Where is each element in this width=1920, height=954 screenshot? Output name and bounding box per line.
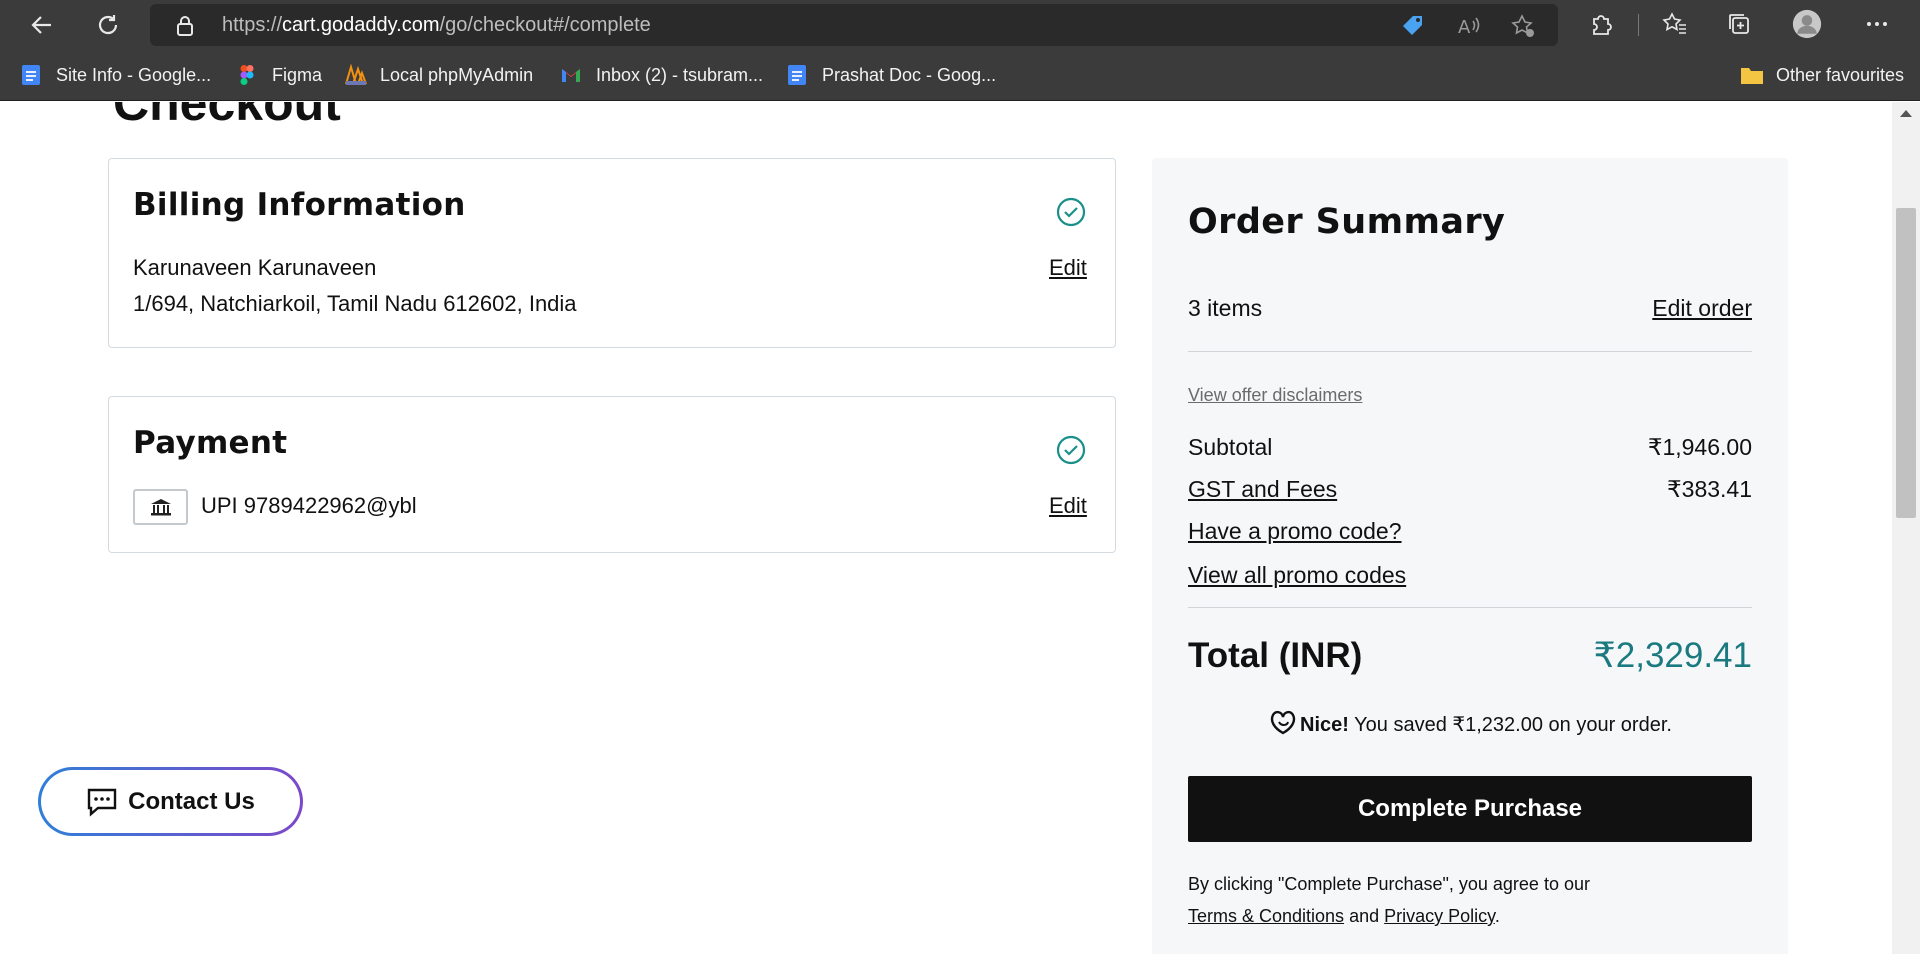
payment-card: Payment UPI 9789422962@ybl Edit: [108, 396, 1116, 553]
bookmark-label: Prashat Doc - Goog...: [822, 64, 997, 85]
items-count: 3 items: [1188, 295, 1263, 321]
subtotal-label: Subtotal: [1188, 434, 1273, 460]
offer-disclaimers-link[interactable]: View offer disclaimers: [1188, 385, 1362, 406]
total-value: ₹2,329.41: [1593, 636, 1752, 675]
savings-message: Nice! You saved ₹1,232.00 on your order.: [1152, 709, 1788, 743]
bookmark-label: Local phpMyAdmin: [380, 64, 534, 85]
bookmark-gmail[interactable]: Inbox (2) - tsubram...: [560, 61, 763, 89]
view-promo-codes-link[interactable]: View all promo codes: [1188, 562, 1406, 589]
bookmark-figma[interactable]: Figma: [236, 61, 322, 89]
page-scrollbar[interactable]: [1892, 102, 1920, 954]
svg-text:A: A: [1458, 17, 1471, 38]
legal-and: and: [1349, 906, 1380, 926]
bookmark-prashat-doc[interactable]: Prashat Doc - Goog...: [786, 61, 996, 89]
folder-icon: [1740, 64, 1763, 86]
edit-order-link[interactable]: Edit order: [1652, 295, 1752, 322]
bookmark-label: Inbox (2) - tsubram...: [596, 64, 764, 85]
payment-heading: Payment: [133, 425, 288, 461]
toolbar-divider: [1638, 14, 1639, 36]
contact-us-button[interactable]: Contact Us: [38, 767, 303, 836]
terms-link[interactable]: Terms & Conditions: [1188, 906, 1344, 926]
complete-purchase-button[interactable]: Complete Purchase: [1188, 776, 1752, 842]
favourites-icon[interactable]: [1660, 9, 1690, 39]
phpmyadmin-icon: [344, 63, 367, 86]
order-summary-panel: Order Summary 3 items Edit order View of…: [1152, 158, 1788, 954]
back-arrow-icon: [31, 16, 51, 34]
legal-text: By clicking "Complete Purchase", you agr…: [1188, 868, 1590, 932]
profile-avatar-icon[interactable]: [1792, 9, 1822, 39]
extensions-icon[interactable]: [1586, 9, 1616, 39]
privacy-link[interactable]: Privacy Policy: [1384, 906, 1495, 926]
promo-code-link[interactable]: Have a promo code?: [1188, 518, 1402, 545]
contact-us-label: Contact Us: [128, 787, 255, 815]
back-button[interactable]: [26, 9, 58, 41]
bookmark-label: Other favourites: [1776, 64, 1905, 85]
browser-toolbar: https://cart.godaddy.com/go/checkout#/co…: [0, 0, 1920, 50]
billing-edit-link[interactable]: Edit: [1049, 255, 1087, 281]
scroll-thumb[interactable]: [1896, 208, 1916, 518]
add-favourite-icon[interactable]: [1510, 13, 1536, 39]
divider: [1188, 607, 1752, 608]
url-text: https://cart.godaddy.com/go/checkout#/co…: [222, 14, 651, 36]
read-aloud-icon[interactable]: A: [1456, 13, 1482, 39]
legal-period: .: [1494, 906, 1500, 926]
address-bar[interactable]: https://cart.godaddy.com/go/checkout#/co…: [150, 4, 1558, 46]
total-label: Total (INR): [1188, 636, 1363, 675]
savings-text: You saved ₹1,232.00 on your order.: [1354, 714, 1672, 736]
subtotal-value: ₹1,946.00: [1647, 434, 1752, 460]
order-summary-heading: Order Summary: [1188, 202, 1506, 242]
bookmark-label: Site Info - Google...: [56, 64, 212, 85]
reload-icon: [98, 15, 118, 35]
check-circle-icon: [1056, 435, 1086, 465]
gmail-icon: [560, 64, 582, 86]
divider: [1188, 351, 1752, 352]
gst-fees-value: ₹383.41: [1667, 476, 1752, 502]
gst-fees-link[interactable]: GST and Fees: [1188, 476, 1337, 503]
savings-nice: Nice!: [1300, 714, 1349, 736]
billing-card: Billing Information Karunaveen Karunavee…: [108, 158, 1116, 348]
payment-method: UPI 9789422962@ybl: [201, 493, 417, 518]
collections-icon[interactable]: [1724, 9, 1754, 39]
bookmark-phpmyadmin[interactable]: Local phpMyAdmin: [344, 61, 533, 89]
legal-line: By clicking "Complete Purchase", you agr…: [1188, 874, 1590, 894]
price-tag-icon[interactable]: [1400, 13, 1426, 39]
payment-edit-link[interactable]: Edit: [1049, 493, 1087, 519]
google-docs-icon: [20, 64, 42, 86]
google-docs-icon: [786, 64, 808, 86]
contact-us-inner: Contact Us: [41, 770, 300, 833]
check-circle-icon: [1056, 197, 1086, 227]
chat-icon: [87, 788, 117, 817]
billing-name: Karunaveen Karunaveen: [133, 255, 377, 280]
lock-icon: [176, 15, 194, 42]
billing-heading: Billing Information: [133, 187, 466, 223]
figma-icon: [236, 64, 258, 86]
scroll-up-icon[interactable]: [1900, 110, 1912, 117]
bookmarks-bar: Site Info - Google... Figma Local phpMyA…: [0, 50, 1920, 101]
reload-button[interactable]: [92, 9, 124, 41]
bookmark-other-favourites[interactable]: Other favourites: [1740, 61, 1904, 89]
bookmark-label: Figma: [272, 64, 323, 85]
bank-icon: [133, 489, 188, 525]
more-menu-icon[interactable]: [1862, 9, 1892, 39]
billing-address: 1/694, Natchiarkoil, Tamil Nadu 612602, …: [133, 291, 577, 316]
bookmark-site-info[interactable]: Site Info - Google...: [20, 61, 211, 89]
page-title: Checkout: [113, 102, 341, 131]
godaddy-logo-icon: [1268, 709, 1298, 743]
